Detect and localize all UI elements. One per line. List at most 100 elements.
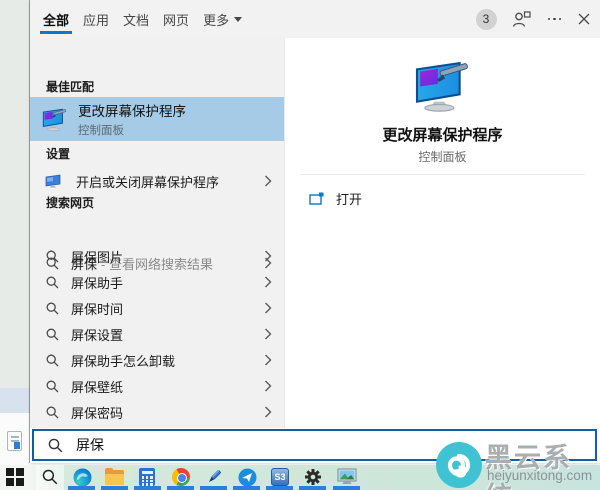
running-indicator (333, 486, 360, 490)
chevron-down-icon (234, 17, 242, 22)
web-suggestion-label: 屏保助手 (71, 273, 123, 292)
search-icon (46, 406, 59, 419)
preview-divider (300, 174, 585, 175)
close-icon[interactable] (578, 13, 590, 25)
desktop-background (0, 0, 30, 465)
web-suggestion-row[interactable]: 屏保密码 (30, 399, 284, 425)
screensaver-icon (41, 107, 69, 132)
settings-result[interactable]: 开启或关闭屏幕保护程序 (30, 164, 284, 198)
web-suggestion-label: 屏保时间 (71, 299, 123, 318)
search-box[interactable]: 屏保 (32, 429, 597, 461)
web-suggestion-row[interactable]: 屏保壁纸 (30, 373, 284, 399)
search-web-header: 搜索网页 (46, 194, 94, 211)
search-icon (46, 380, 59, 393)
best-match-result[interactable]: 更改屏幕保护程序 控制面板 (30, 97, 284, 141)
screensaver-icon-large (410, 60, 476, 112)
search-icon (46, 328, 59, 341)
tab-apps[interactable]: 应用 (83, 0, 109, 38)
web-suggestion-label: 屏保图片 (71, 247, 123, 266)
web-suggestion-row[interactable]: 屏保设置 (30, 321, 284, 347)
open-action[interactable]: 打开 (285, 184, 600, 212)
preview-title: 更改屏幕保护程序 (285, 124, 600, 145)
tab-more[interactable]: 更多 (203, 0, 242, 38)
search-icon (42, 469, 58, 485)
tab-documents[interactable]: 文档 (123, 0, 149, 38)
best-match-title: 更改屏幕保护程序 (78, 100, 186, 120)
running-indicator (299, 486, 326, 490)
open-icon (309, 192, 324, 205)
web-suggestion-label: 屏保助手怎么卸载 (71, 351, 175, 370)
running-indicator (167, 486, 194, 490)
taskbar-chrome-button[interactable] (171, 467, 191, 487)
search-icon (46, 302, 59, 315)
web-suggestion-row[interactable]: 屏保助手怎么卸载 (30, 347, 284, 373)
best-match-subtitle: 控制面板 (78, 122, 186, 138)
windows-search-screen: 全部 应用 文档 网页 更多 3 最佳匹配 (0, 0, 600, 490)
running-indicator (200, 486, 227, 490)
preview-panel: 更改屏幕保护程序 控制面板 打开 (284, 38, 600, 428)
windows-logo-icon (6, 468, 24, 486)
taskbar-calculator-button[interactable] (137, 467, 157, 487)
search-icon (46, 354, 59, 367)
taskbar-photos-button[interactable] (337, 467, 357, 487)
s3-icon: S3 (271, 468, 289, 486)
desktop-document-icon[interactable] (7, 431, 22, 451)
gear-icon (304, 468, 322, 486)
web-suggestion-row[interactable]: 屏保助手 (30, 269, 284, 295)
chevron-right-icon (264, 406, 272, 418)
running-indicator (266, 486, 293, 490)
feedback-person-icon[interactable] (512, 11, 531, 28)
web-suggestion-label: 屏保壁纸 (71, 377, 123, 396)
chevron-right-icon (264, 302, 272, 314)
calculator-icon (139, 468, 155, 486)
taskbar-edge-button[interactable] (72, 467, 92, 487)
web-suggestion-label: 屏保密码 (71, 403, 123, 422)
running-indicator (101, 486, 128, 490)
edge-icon (73, 468, 92, 487)
best-match-header: 最佳匹配 (46, 78, 94, 95)
desktop-window-sliver (0, 388, 30, 413)
search-input[interactable]: 屏保 (76, 435, 104, 455)
running-indicator (134, 486, 161, 490)
web-suggestion-row[interactable]: 屏保图片 (30, 243, 284, 269)
chevron-right-icon (264, 354, 272, 366)
tab-web[interactable]: 网页 (163, 0, 189, 38)
paper-plane-icon (238, 468, 257, 487)
web-suggestion-row[interactable]: 屏保时间 (30, 295, 284, 321)
pen-tool-icon (205, 468, 223, 486)
search-filter-bar: 全部 应用 文档 网页 更多 3 (30, 0, 600, 38)
chevron-right-icon (264, 328, 272, 340)
taskbar-messenger-button[interactable] (237, 467, 257, 487)
taskbar-settings-button[interactable] (303, 467, 323, 487)
search-icon (46, 250, 59, 263)
preview-subtitle: 控制面板 (285, 148, 600, 165)
search-icon (46, 276, 59, 289)
chevron-right-icon (264, 250, 272, 262)
chevron-right-icon (264, 380, 272, 392)
web-suggestions-list: 屏保图片 屏保助手 (30, 243, 284, 425)
taskbar: S3 (0, 465, 600, 490)
taskbar-search-button[interactable] (40, 467, 60, 487)
web-suggestion-label: 屏保设置 (71, 325, 123, 344)
search-icon (48, 438, 63, 453)
settings-result-label: 开启或关闭屏幕保护程序 (76, 172, 219, 191)
start-button[interactable] (5, 467, 25, 487)
folder-icon (105, 470, 124, 485)
account-badge[interactable]: 3 (476, 9, 497, 30)
taskbar-explorer-button[interactable] (104, 467, 124, 487)
taskbar-pen-tool-button[interactable] (204, 467, 224, 487)
display-photo-icon (337, 468, 357, 486)
search-flyout-window: 全部 应用 文档 网页 更多 3 最佳匹配 (30, 0, 600, 463)
display-settings-icon (45, 174, 62, 189)
filter-tabs: 全部 应用 文档 网页 更多 (43, 0, 242, 38)
more-options-icon[interactable] (546, 14, 564, 25)
running-indicator (68, 486, 95, 490)
chevron-right-icon (264, 276, 272, 288)
results-panel: 最佳匹配 更改屏幕保护程序 控制面板 设置 (30, 38, 284, 428)
chrome-icon (172, 468, 190, 486)
settings-header: 设置 (46, 145, 70, 162)
open-label: 打开 (336, 189, 362, 208)
tab-all[interactable]: 全部 (43, 0, 69, 38)
taskbar-s3-button[interactable]: S3 (270, 467, 290, 487)
running-indicator (233, 486, 260, 490)
